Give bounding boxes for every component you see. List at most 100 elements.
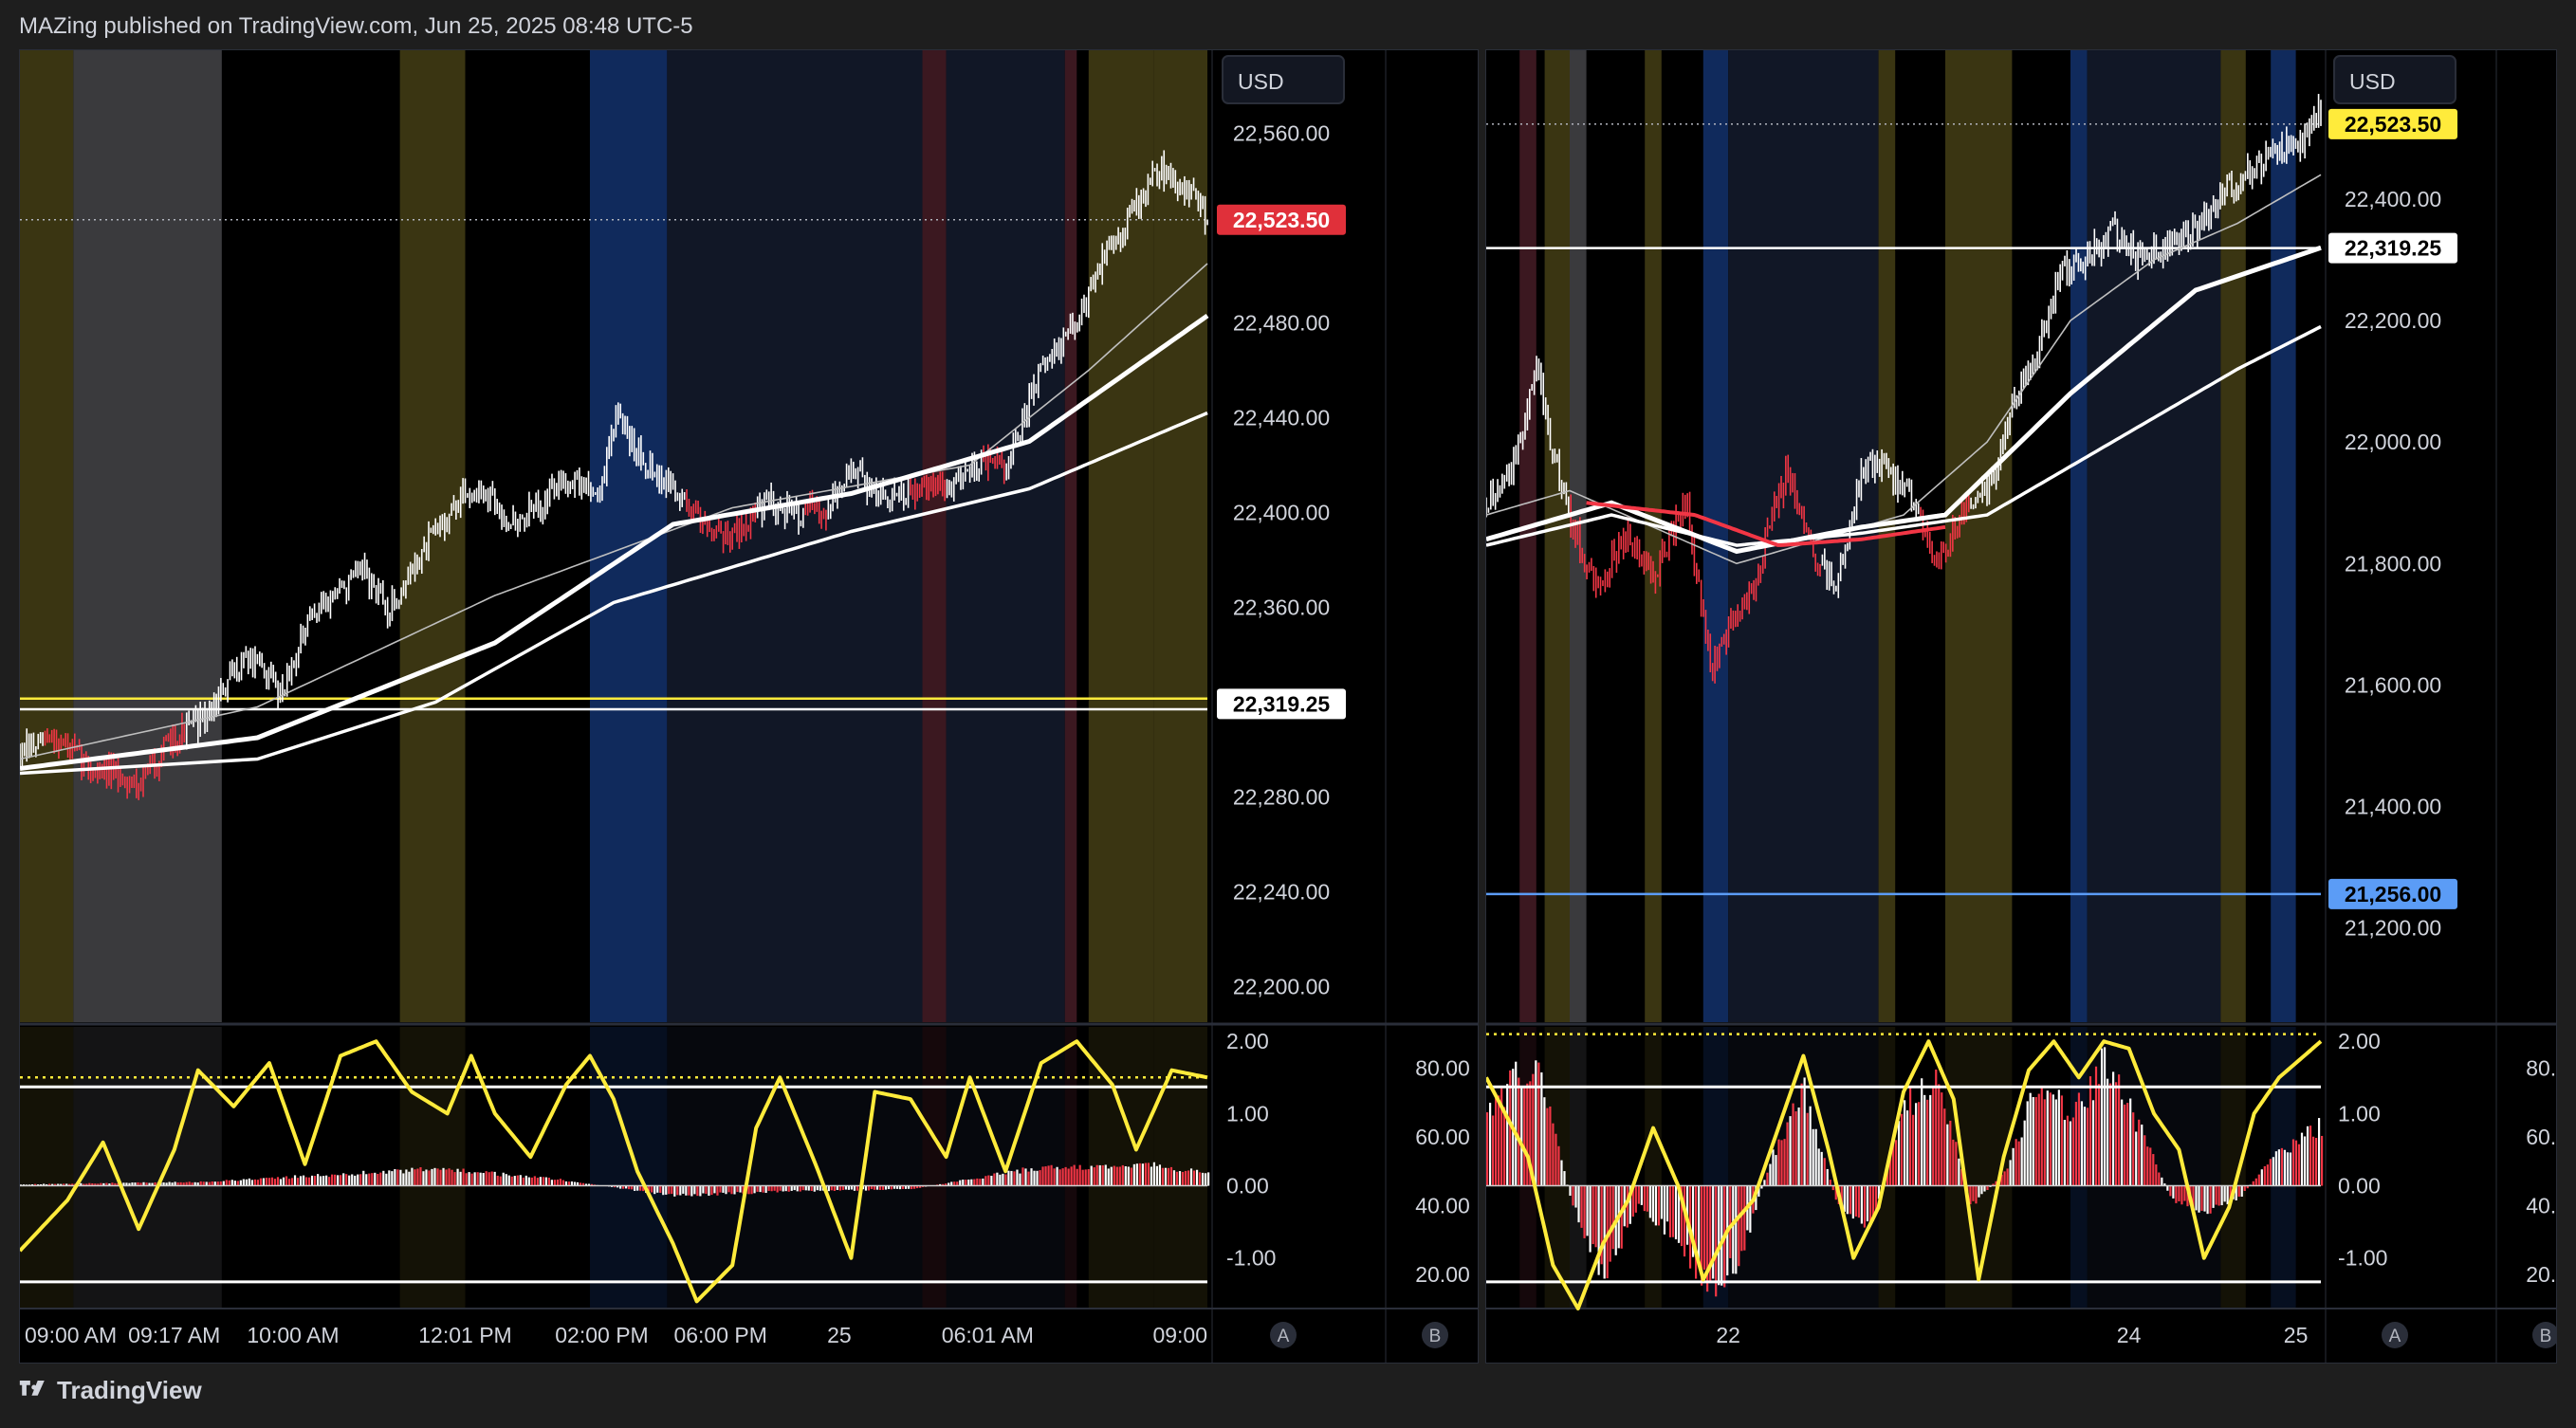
osc-histogram-bar [807,1185,810,1191]
osc-histogram-bar [445,1169,448,1186]
osc-histogram-bar [2086,1108,2089,1186]
osc-histogram-bar [1572,1185,1574,1206]
osc-histogram-bar [1515,1061,1518,1186]
time-tick-label: 10:00 AM [247,1323,339,1347]
osc-histogram-bar [1090,1165,1093,1186]
osc-tick-left-label: 0.00 [2338,1174,2381,1199]
osc-histogram-bar [1583,1185,1586,1238]
badge-label: B [1429,1327,1442,1346]
osc-histogram-bar [784,1185,787,1192]
osc-histogram-bar [293,1175,297,1186]
osc-histogram-bar [1067,1168,1070,1186]
price-tick-label: 22,400.00 [2345,187,2441,211]
osc-histogram-bar [1540,1071,1543,1186]
osc-histogram-bar [2066,1115,2069,1186]
osc-histogram-bar [690,1185,693,1197]
osc-histogram-bar [1195,1169,1199,1186]
osc-histogram-bar [1720,1185,1723,1286]
osc-histogram-bar [1546,1108,1549,1186]
osc-histogram-bar [2023,1120,2026,1186]
osc-histogram-bar [2097,1084,2101,1186]
osc-histogram-bar [739,1185,742,1193]
osc-histogram-bar [2309,1126,2312,1186]
osc-histogram-bar [1178,1171,1182,1186]
osc-histogram-bar [1648,1185,1651,1218]
osc-histogram-bar [2009,1160,2012,1186]
osc-histogram-bar [996,1172,999,1186]
chart-panel-right[interactable]: 22,600.0022,400.0022,200.0022,000.0021,8… [1485,49,2557,1364]
osc-histogram-bar [242,1179,245,1186]
osc-histogram-bar [1569,1185,1572,1197]
osc-histogram-bar [2057,1089,2060,1186]
osc-histogram-bar [1560,1160,1563,1186]
scale-badge-b[interactable]: B [2532,1322,2556,1348]
osc-histogram-bar [550,1180,553,1186]
time-tick-label: 12:01 PM [418,1323,511,1347]
price-label-text: 22,523.50 [1233,208,1330,232]
osc-histogram-bar [439,1169,442,1186]
badge-label: B [2540,1327,2552,1346]
osc-tick-right-label: 80.00 [1415,1055,1470,1080]
osc-histogram-bar [2254,1178,2257,1186]
chart-right-svg[interactable]: 22,600.0022,400.0022,200.0022,000.0021,8… [1486,50,2556,1363]
osc-histogram-bar [2314,1138,2318,1186]
osc-histogram-bar [1738,1185,1740,1267]
session-band [922,50,947,1022]
osc-histogram-bar [507,1175,510,1186]
osc-histogram-bar [322,1176,325,1186]
osc-histogram-bar [993,1173,996,1186]
scale-badge-b[interactable]: B [1422,1322,1448,1348]
osc-histogram-bar [448,1168,451,1186]
osc-tick-left-label: -1.00 [2338,1246,2387,1271]
osc-histogram-bar [2006,1168,2009,1186]
scale-badge-a[interactable]: A [2382,1322,2408,1348]
osc-tick-right-label: 20.00 [2526,1262,2556,1287]
osc-histogram-bar [1207,1172,1210,1186]
scale-badge-a[interactable]: A [1270,1322,1297,1348]
osc-histogram-bar [1124,1166,1127,1186]
osc-histogram-bar [796,1185,799,1192]
price-label-text: 22,523.50 [2345,112,2441,137]
osc-histogram-bar [2266,1164,2269,1186]
osc-histogram-bar [1643,1185,1646,1212]
osc-histogram-bar [1132,1163,1135,1186]
price-tick-label: 21,600.00 [2345,672,2441,697]
osc-histogram-bar [334,1174,337,1186]
osc-histogram-bar [1603,1185,1606,1279]
osc-histogram-bar [1144,1163,1147,1186]
currency-button[interactable]: USD [2333,55,2456,104]
osc-histogram-bar [1975,1185,1978,1204]
osc-histogram-bar [1201,1172,1205,1186]
osc-histogram-bar [1019,1173,1021,1186]
osc-histogram-bar [1520,1088,1523,1186]
osc-histogram-bar [1164,1167,1168,1186]
osc-histogram-bar [1535,1060,1537,1186]
osc-histogram-bar [1084,1169,1087,1186]
osc-histogram-bar [248,1178,250,1186]
chart-panel-left[interactable]: 22,560.00 22,480.00 22,440.00 22,400.00 22,3… [19,49,1479,1364]
osc-histogram-bar [1654,1185,1658,1226]
tradingview-brand-text: TradingView [57,1376,202,1404]
osc-histogram-bar [2183,1185,2186,1201]
osc-histogram-bar [1543,1097,1546,1186]
osc-histogram-bar [228,1180,230,1186]
osc-histogram-bar [431,1168,433,1186]
price-tick-label: 22,480.00 [1233,311,1330,336]
osc-histogram-bar [1110,1166,1113,1186]
osc-histogram-bar [665,1185,668,1195]
osc-histogram-bar [468,1172,470,1186]
osc-histogram-bar [1161,1167,1165,1186]
osc-histogram-bar [1955,1142,1958,1186]
currency-button[interactable]: USD [1222,55,1345,104]
time-tick-label: 24 [2117,1323,2142,1347]
osc-histogram-bar [1854,1185,1857,1217]
osc-histogram-bar [1809,1106,1812,1186]
chart-left-svg[interactable]: 22,560.00 22,480.00 22,440.00 22,400.00 22,3… [20,50,1478,1363]
osc-session-band [20,1027,74,1309]
osc-histogram-bar [337,1175,340,1186]
session-band [1064,50,1077,1022]
osc-histogram-bar [1715,1185,1718,1297]
osc-histogram-bar [1980,1185,1983,1195]
osc-histogram-bar [1061,1168,1064,1186]
time-tick-label: 25 [2284,1323,2309,1347]
